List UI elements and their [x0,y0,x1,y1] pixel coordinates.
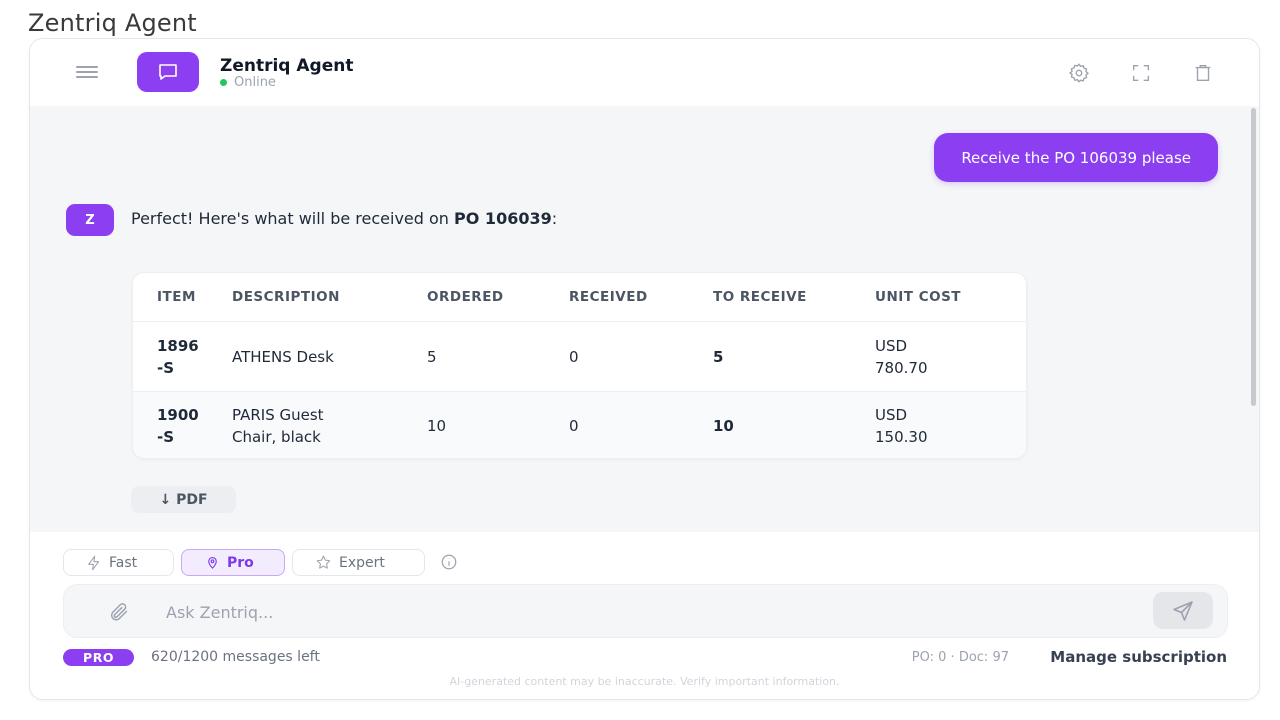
star-icon [316,555,331,569]
manage-subscription-link[interactable]: Manage subscription [1050,648,1227,666]
agent-name: Zentriq Agent [220,56,354,76]
status-text: Online [234,75,276,90]
col-item: ITEM [133,273,232,322]
pdf-download-button[interactable]: ↓ PDF [131,486,236,513]
online-dot [220,79,227,86]
bot-avatar: Z [66,204,114,236]
paperclip-icon[interactable] [108,601,130,627]
agent-avatar [137,52,199,92]
cell-received: 0 [569,321,713,392]
user-message: Receive the PO 106039 please [934,133,1218,182]
send-button[interactable] [1153,592,1213,629]
bot-message: Perfect! Here's what will be received on… [131,209,557,228]
po-table-card: ITEM DESCRIPTION ORDERED RECEIVED TO REC… [132,272,1027,459]
col-to-receive: TO RECEIVE [713,273,875,322]
col-ordered: ORDERED [427,273,569,322]
mode-pro-button[interactable]: Pro [181,549,285,576]
chat-header: Zentriq Agent Online [30,39,1259,107]
cell-description: PARIS Guest Chair, black [232,391,427,458]
agent-window: Zentriq Agent Online Receive the PO 1060… [29,38,1260,700]
mode-label: Fast [109,554,138,571]
table-row: 1900 -S PARIS Guest Chair, black 10 0 10 U… [133,391,1026,458]
bot-suffix: : [551,209,558,228]
bot-intro: Perfect! Here's what will be received on [131,209,455,228]
lightning-icon [88,555,100,570]
chat-area[interactable]: Receive the PO 106039 please Z Perfect! … [30,106,1259,532]
ask-input[interactable] [164,599,1128,625]
menu-icon[interactable] [76,63,100,81]
cell-item: 1896 -S [133,321,232,392]
gear-icon[interactable] [1068,62,1090,84]
composer-box [63,584,1228,638]
cell-ordered: 5 [427,321,569,392]
messages-left: 620/1200 messages left [151,649,320,665]
po-doc-counter: PO: 0 · Doc: 97 [911,650,1009,665]
cell-to-receive: 10 [713,391,875,458]
mode-label: Pro [227,554,254,571]
mode-expert-button[interactable]: Expert [292,549,425,576]
col-received: RECEIVED [569,273,713,322]
send-icon [1173,600,1193,621]
cell-unit-cost: USD 780.70 [875,321,1026,392]
col-description: DESCRIPTION [232,273,427,322]
cell-ordered: 10 [427,391,569,458]
trash-icon[interactable] [1192,62,1214,84]
chat-bubble-icon [159,64,177,80]
bot-po: PO 106039 [454,209,552,228]
agent-status: Online [220,75,276,90]
cell-item: 1900 -S [133,391,232,458]
col-unit-cost: UNIT COST [875,273,1026,322]
plan-badge: PRO [63,649,134,666]
table-row: 1896 -S ATHENS Desk 5 0 5 USD 780.70 [133,321,1026,392]
scrollbar[interactable] [1251,108,1256,406]
mode-label: Expert [339,554,385,571]
cell-to-receive: 5 [713,321,875,392]
table-header-row: ITEM DESCRIPTION ORDERED RECEIVED TO REC… [133,273,1026,322]
disclaimer: AI-generated content may be inaccurate. … [449,675,840,688]
mode-fast-button[interactable]: Fast [63,549,174,576]
cell-unit-cost: USD 150.30 [875,391,1026,458]
info-icon[interactable] [440,553,458,575]
cell-description: ATHENS Desk [232,321,427,392]
expand-icon[interactable] [1130,62,1152,84]
cell-received: 0 [569,391,713,458]
po-table: ITEM DESCRIPTION ORDERED RECEIVED TO REC… [133,273,1026,458]
page-title: Zentriq Agent [28,9,197,37]
location-pin-icon [208,556,217,569]
